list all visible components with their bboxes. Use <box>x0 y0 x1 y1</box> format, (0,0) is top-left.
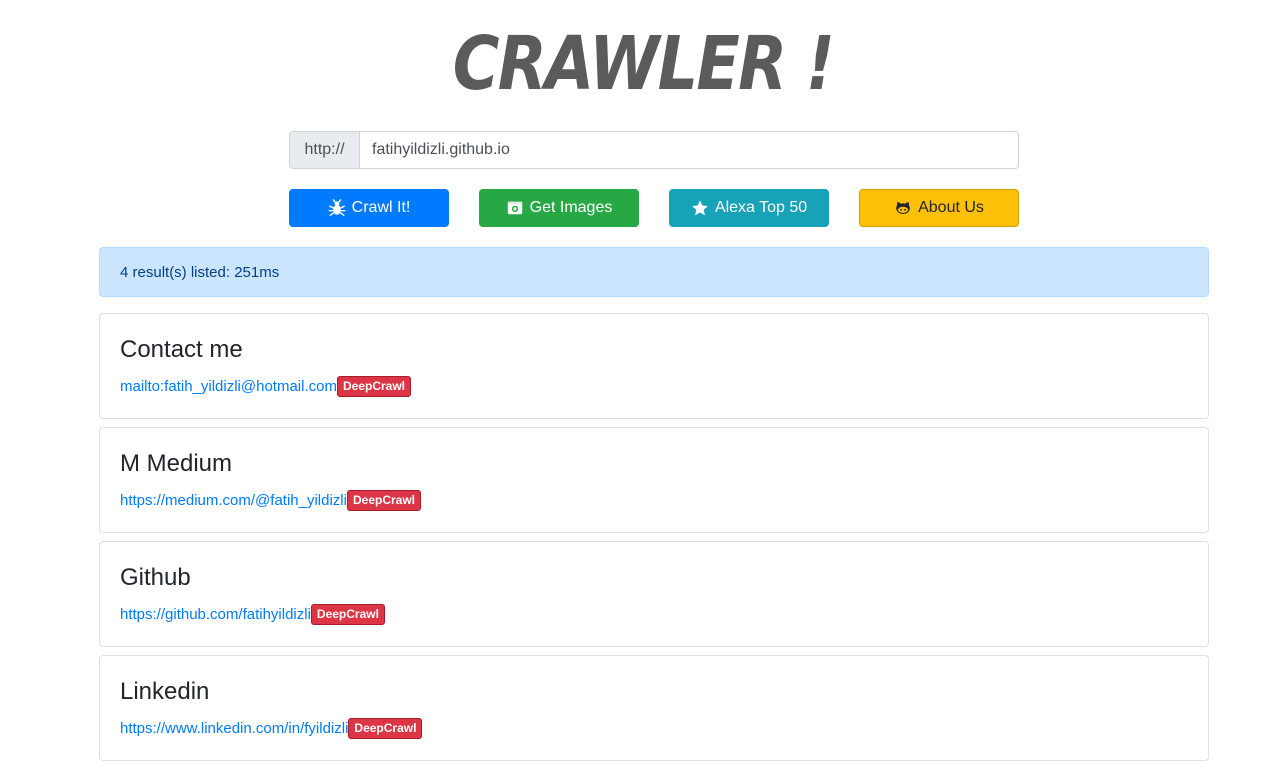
page: CRAWLER ! http:// Crawl It! Get Images A… <box>0 0 1286 775</box>
alexa-top-50-button-label: Alexa Top 50 <box>714 199 808 216</box>
result-title: Contact me <box>120 336 243 363</box>
result-title: Github <box>120 564 191 591</box>
result-card: M Medium https://medium.com/@fatih_yildi… <box>99 427 1209 533</box>
bug-icon <box>328 199 346 216</box>
alexa-top-50-button[interactable]: Alexa Top 50 <box>669 189 829 227</box>
result-card: Linkedin https://www.linkedin.com/in/fyi… <box>99 655 1209 761</box>
deepcrawl-badge[interactable]: DeepCrawl <box>348 718 423 739</box>
url-prefix: http:// <box>290 132 360 168</box>
result-link-row: https://www.linkedin.com/in/fyildizli De… <box>120 718 423 739</box>
about-us-button-label: About Us <box>918 199 984 216</box>
url-input[interactable] <box>360 132 1018 168</box>
result-link-row: https://github.com/fatihyildizli DeepCra… <box>120 604 385 625</box>
app-logo: CRAWLER ! <box>452 21 835 107</box>
deepcrawl-badge[interactable]: DeepCrawl <box>310 604 385 625</box>
about-us-button[interactable]: About Us <box>859 189 1019 227</box>
star-icon <box>691 200 708 216</box>
result-title: M Medium <box>120 450 233 477</box>
result-card: Github https://github.com/fatihyildizli … <box>99 541 1209 647</box>
result-link-row: mailto:fatih_yildizli@hotmail.com DeepCr… <box>120 376 411 397</box>
deepcrawl-badge[interactable]: DeepCrawl <box>346 490 422 511</box>
deepcrawl-badge[interactable]: DeepCrawl <box>336 376 411 397</box>
camera-icon <box>507 201 522 215</box>
result-link[interactable]: https://github.com/fatihyildizli <box>120 606 311 623</box>
result-card: Contact me mailto:fatih_yildizli@hotmail… <box>99 313 1209 419</box>
result-count-text: 4 result(s) listed: 251ms <box>120 263 280 281</box>
result-link[interactable]: https://medium.com/@fatih_yildizli <box>120 492 347 509</box>
result-title: Linkedin <box>120 678 210 705</box>
url-input-group: http:// <box>289 131 1019 169</box>
get-images-button-label: Get Images <box>529 199 613 216</box>
result-link[interactable]: mailto:fatih_yildizli@hotmail.com <box>120 378 337 395</box>
crawl-button[interactable]: Crawl It! <box>289 189 449 227</box>
crawl-button-label: Crawl It! <box>351 199 411 216</box>
result-link[interactable]: https://www.linkedin.com/in/fyildizli <box>120 720 348 737</box>
result-link-row: https://medium.com/@fatih_yildizli DeepC… <box>120 490 422 511</box>
result-count-alert: 4 result(s) listed: 251ms <box>99 247 1209 297</box>
get-images-button[interactable]: Get Images <box>479 189 639 227</box>
github-icon <box>896 201 910 214</box>
